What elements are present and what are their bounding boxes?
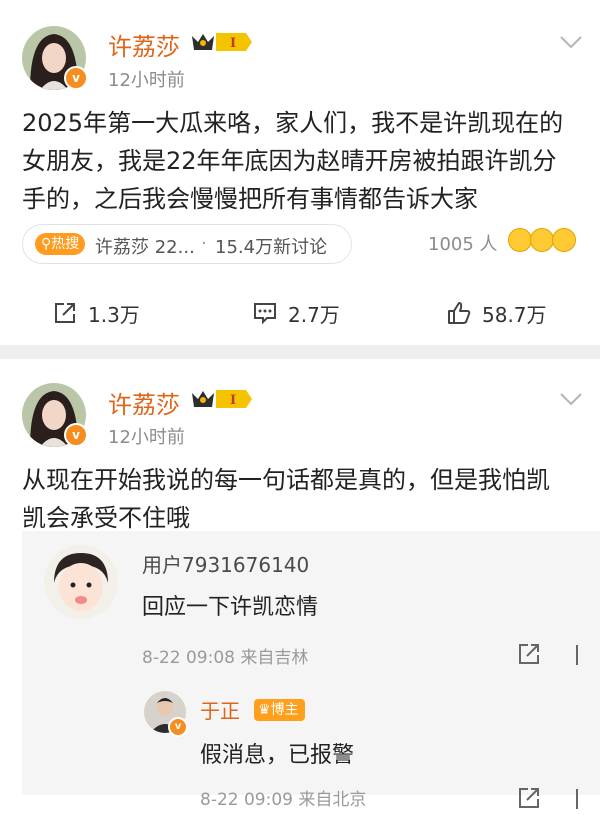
topic-name: 许荔莎 22... <box>95 237 195 258</box>
like-count: 58.7万 <box>482 302 547 327</box>
post-text: 从现在开始我说的每一句话都是真的，但是我怕凯 凯会承受不住哦 <box>22 461 582 537</box>
repost-count: 1.3万 <box>88 302 140 327</box>
comment-text: 回应一下许凯恋情 <box>142 595 319 620</box>
chevron-down-icon[interactable] <box>559 34 583 53</box>
post-text-line: 手的，之后我会慢慢把所有事情都告诉大家 <box>22 185 478 213</box>
comment-section: 用户7931676140 回应一下许凯恋情 8-22 09:08 来自吉林 v … <box>22 531 600 810</box>
author-name[interactable]: 许荔莎 <box>108 385 180 420</box>
weibo-post-2: v 许荔莎 I 12小时前 从现在开始我说的每一句话都是真的，但是我怕凯 凯会承… <box>0 359 600 810</box>
author-name[interactable]: 许荔莎 <box>108 27 180 62</box>
share-icon[interactable] <box>516 641 542 671</box>
post-time: 12小时前 <box>108 70 185 91</box>
blogger-badge: ♛博主 <box>254 699 305 721</box>
viewer-count: 1005 人 <box>428 234 498 255</box>
reply-user-name[interactable]: 于正 <box>200 695 240 724</box>
reply-meta: 8-22 09:09 来自北京 <box>200 790 367 810</box>
chevron-down-icon[interactable] <box>559 391 583 410</box>
topic-separator: · <box>201 233 207 254</box>
share-icon[interactable] <box>516 785 542 815</box>
post-text-line: 女朋友，我是22年年底因为赵晴开房被拍跟许凯分 <box>22 147 557 175</box>
comment-icon[interactable] <box>574 643 584 671</box>
post-text: 2025年第一大瓜来咯，家人们，我不是许凯现在的 女朋友，我是22年年底因为赵晴… <box>22 104 582 218</box>
topic-discussion-count: 15.4万新讨论 <box>215 237 328 258</box>
reply-text: 假消息，已报警 <box>200 743 355 768</box>
emoji-laugh-icon <box>508 228 532 252</box>
emoji-grin-icon <box>552 228 576 252</box>
verified-badge-icon: v <box>64 66 88 90</box>
share-icon <box>55 303 75 323</box>
verified-badge-icon: v <box>168 717 188 737</box>
level-text: I <box>230 36 236 51</box>
post-divider <box>0 345 600 359</box>
hot-topic-link[interactable]: ⚲热搜 许荔莎 22... · 15.4万新讨论 <box>22 224 352 264</box>
thumbs-up-icon <box>448 302 471 324</box>
repost-button[interactable]: 1.3万 <box>52 296 140 330</box>
post-text-line: 从现在开始我说的每一句话都是真的，但是我怕凯 <box>22 466 550 494</box>
comment-meta: 8-22 09:08 来自吉林 <box>142 648 309 668</box>
commenter-name[interactable]: 用户7931676140 <box>142 549 309 578</box>
comment-button[interactable]: 2.7万 <box>252 296 340 330</box>
crown-icon: ♛ <box>258 702 271 718</box>
comment-icon <box>254 303 276 325</box>
emoji-shock-icon <box>530 228 554 252</box>
commenter-avatar[interactable] <box>44 545 118 619</box>
vip-level-badge: I <box>190 387 254 415</box>
like-button[interactable]: 58.7万 <box>446 296 547 330</box>
post-text-line: 2025年第一大瓜来咯，家人们，我不是许凯现在的 <box>22 109 564 137</box>
search-icon: ⚲ <box>41 236 52 252</box>
verified-badge-icon: v <box>64 423 88 447</box>
post-time: 12小时前 <box>108 427 185 448</box>
comment-icon[interactable] <box>574 787 584 815</box>
hot-search-badge: ⚲热搜 <box>35 233 86 255</box>
level-text: I <box>230 393 236 408</box>
comment-count: 2.7万 <box>288 302 340 327</box>
weibo-post-1: v 许荔莎 I 12小时前 2025年第一大瓜来咯，家人们，我不是许凯现在的 女… <box>0 0 600 345</box>
vip-level-badge: I <box>190 30 254 58</box>
